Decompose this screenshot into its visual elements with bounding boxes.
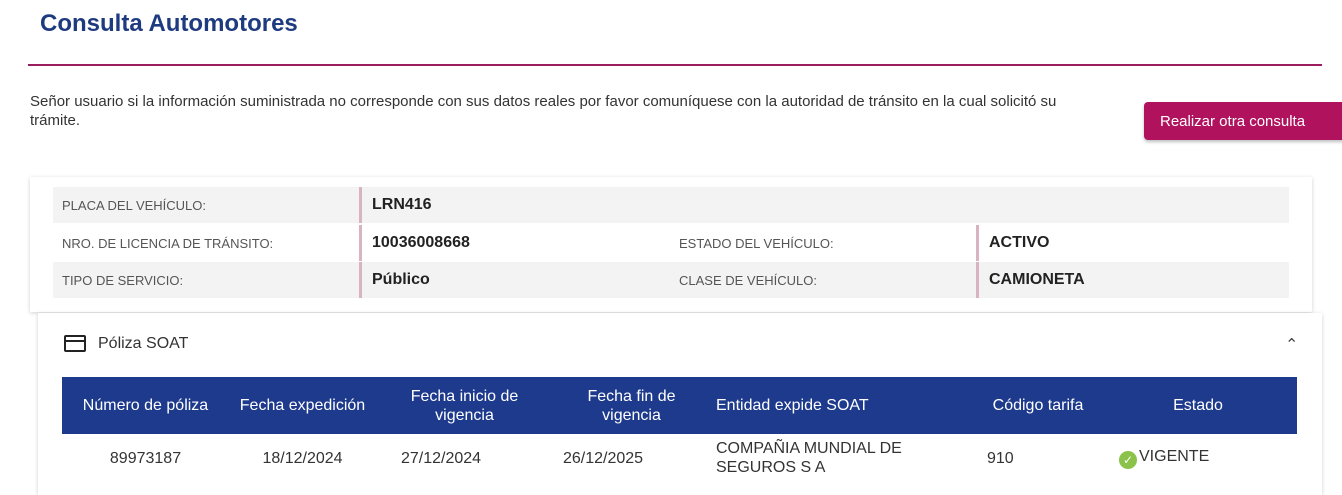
notice-text: Señor usuario si la información suminist… xyxy=(30,93,1057,129)
col-issue-date: Fecha expedición xyxy=(229,377,376,434)
col-start-date: Fecha inicio de vigencia xyxy=(376,377,553,434)
policy-number: 89973187 xyxy=(109,449,182,467)
rate-code: 910 xyxy=(987,449,1014,467)
new-query-button[interactable]: Realizar otra consulta xyxy=(1144,102,1342,140)
vehicle-class-value: CAMIONETA xyxy=(976,262,1085,298)
service-row: TIPO DE SERVICIO: Público CLASE DE VEHÍC… xyxy=(53,262,1289,298)
col-rate-code: Código tarifa xyxy=(977,377,1099,434)
table-row: 89973187 18/12/2024 27/12/2024 26/12/202… xyxy=(62,434,1297,482)
end-date: 26/12/2025 xyxy=(563,449,644,467)
col-end-date: Fecha fin de vigencia xyxy=(553,377,710,434)
plate-row: PLACA DEL VEHÍCULO: LRN416 xyxy=(53,187,1289,223)
license-value: 10036008668 xyxy=(359,225,470,261)
table-header-row: Número de póliza Fecha expedición Fecha … xyxy=(62,377,1297,434)
service-value: Público xyxy=(359,262,430,298)
chevron-up-icon[interactable]: ⌄ xyxy=(1285,333,1298,353)
vehicle-status-label: ESTADO DEL VEHÍCULO: xyxy=(679,236,834,251)
vehicle-class-label: CLASE DE VEHÍCULO: xyxy=(679,273,817,288)
soat-panel: Póliza SOAT ⌄ Número de póliza Fecha exp… xyxy=(38,313,1322,495)
credit-card-icon xyxy=(64,335,86,352)
service-label: TIPO DE SERVICIO: xyxy=(62,273,184,288)
soat-title: Póliza SOAT xyxy=(98,335,189,352)
entity-name: COMPAÑIA MUNDIAL DE SEGUROS S A xyxy=(716,440,902,476)
start-date: 27/12/2024 xyxy=(401,449,482,467)
col-status: Estado xyxy=(1099,377,1297,434)
policy-status: ✓ VIGENTE xyxy=(1099,434,1297,482)
soat-table: Número de póliza Fecha expedición Fecha … xyxy=(62,377,1297,482)
vehicle-status-value: ACTIVO xyxy=(976,225,1049,261)
plate-value: LRN416 xyxy=(359,187,432,223)
col-policy-number: Número de póliza xyxy=(62,377,229,434)
policy-status-text: VIGENTE xyxy=(1139,448,1210,465)
col-entity: Entidad expide SOAT xyxy=(710,377,977,434)
title-divider xyxy=(28,64,1322,66)
license-label: NRO. DE LICENCIA DE TRÁNSITO: xyxy=(62,236,274,251)
page-title: Consulta Automotores xyxy=(40,10,298,37)
issue-date: 18/12/2024 xyxy=(262,449,343,467)
check-circle-icon: ✓ xyxy=(1119,451,1137,469)
vehicle-info-card: PLACA DEL VEHÍCULO: LRN416 NRO. DE LICEN… xyxy=(30,177,1312,312)
license-row: NRO. DE LICENCIA DE TRÁNSITO: 1003600866… xyxy=(53,225,1289,261)
plate-label: PLACA DEL VEHÍCULO: xyxy=(62,198,207,213)
